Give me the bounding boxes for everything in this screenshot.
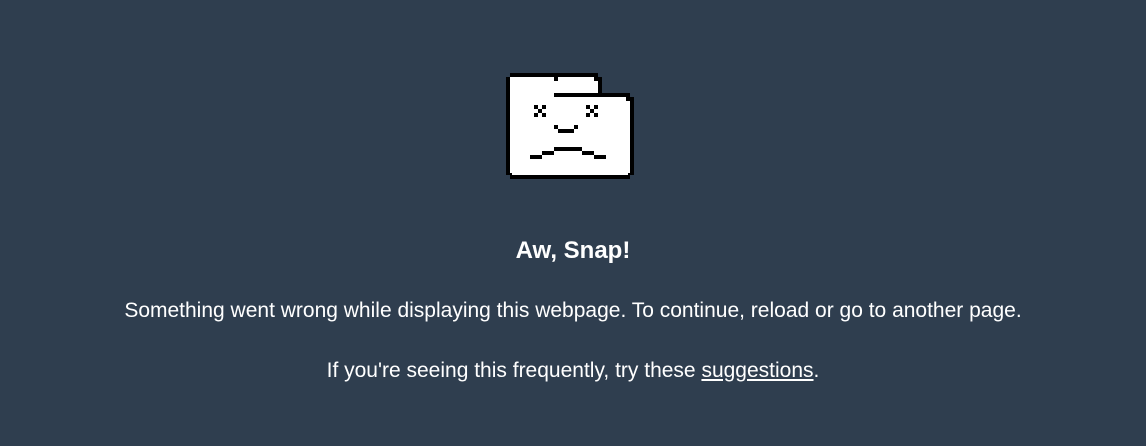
error-title: Aw, Snap! — [515, 237, 631, 264]
sad-folder-icon — [506, 73, 634, 179]
hint-suffix: . — [813, 359, 820, 382]
hint-prefix: If you're seeing this frequently, try th… — [326, 359, 702, 382]
error-page: Aw, Snap! Something went wrong while dis… — [0, 0, 1146, 446]
error-message: Something went wrong while displaying th… — [124, 299, 1022, 322]
error-hint: If you're seeing this frequently, try th… — [0, 357, 1146, 385]
suggestions-link[interactable]: suggestions — [701, 359, 813, 382]
